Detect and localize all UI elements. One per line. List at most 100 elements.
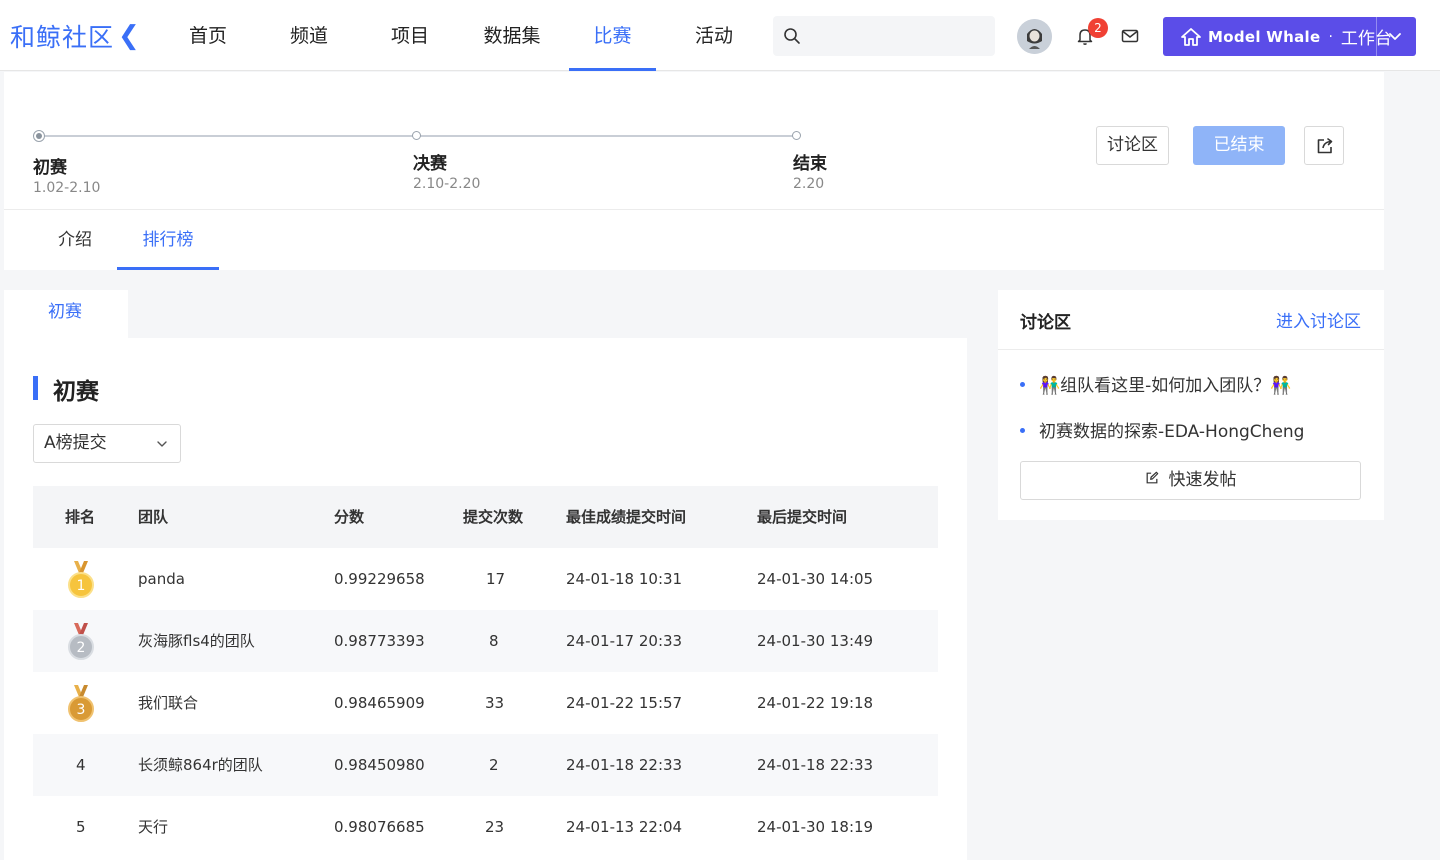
team-name[interactable]: 我们联合 [138,672,198,734]
score: 0.99229658 [334,570,425,588]
board-select-value: A榜提交 [44,433,107,453]
score: 0.98450980 [334,756,425,774]
last-time: 24-01-22 19:18 [757,694,874,712]
table-row[interactable]: 5 天行 0.98076685 23 24-01-13 22:04 24-01-… [33,796,938,858]
best-time: 24-01-18 22:33 [566,756,683,774]
stage-line [39,135,417,137]
table-row[interactable]: 4 长须鲸864r的团队 0.98450980 2 24-01-18 22:33… [33,734,938,796]
rank: 5 [76,818,86,836]
logo-mark-icon: ❮ [118,21,141,51]
table-row[interactable]: 2 灰海豚fls4的团队 0.98773393 8 24-01-17 20:33… [33,610,938,672]
last-time: 24-01-30 14:05 [757,570,874,588]
workbench-brand: Model Whale [1208,27,1321,46]
stage-dot [412,131,421,140]
stage-line [419,135,796,137]
rank: 4 [76,756,86,774]
stage-dot [792,131,801,140]
edit-icon [1146,471,1158,484]
table-row[interactable]: 1 panda 0.99229658 17 24-01-18 10:31 24-… [33,548,938,610]
competition-stage-card: 初赛 1.02-2.10 决赛 2.10-2.20 结束 2.20 讨论区 已结… [4,72,1384,270]
section-title: 初赛 [53,379,99,405]
workbench-button[interactable]: Model Whale · 工作台 [1163,17,1416,56]
team-name[interactable]: 灰海豚fls4的团队 [138,610,255,672]
svg-text:1: 1 [77,578,86,594]
col-best-time: 最佳成绩提交时间 [566,508,687,526]
stage-date-end: 2.20 [793,176,825,192]
tab-leaderboard[interactable]: 排行榜 [117,210,219,270]
search-icon [784,28,800,44]
stage-date-final: 2.10-2.20 [413,176,481,192]
tab-round-prelim[interactable]: 初赛 [4,290,128,338]
nav-home[interactable]: 首页 [187,0,229,71]
bronze-medal-icon: 3 [68,685,94,722]
team-name[interactable]: 天行 [138,796,168,858]
leaderboard-table: 排名 团队 分数 提交次数 最佳成绩提交时间 最后提交时间 1 panda 0.… [33,486,938,858]
board-select[interactable]: A榜提交 [33,424,181,463]
nav-project[interactable]: 项目 [389,0,431,71]
ended-button[interactable]: 已结束 [1193,126,1285,165]
bullet [1020,427,1025,433]
chevron-down-icon[interactable] [1387,28,1403,44]
submit-count: 33 [485,694,505,712]
share-button[interactable] [1304,126,1344,165]
score: 0.98465909 [334,694,425,712]
discussion-panel: 讨论区 进入讨论区 👫组队看这里-如何加入团队？👫 初赛数据的探索-EDA-Ho… [998,290,1384,520]
discussion-item-title: 👫组队看这里-如何加入团队？👫 [1039,376,1292,396]
workbench-divider [1376,17,1377,56]
col-team: 团队 [138,508,169,526]
workbench-dot: · [1328,28,1333,45]
col-submits: 提交次数 [463,508,524,526]
discussion-item-title: 初赛数据的探索-EDA-HongCheng [1039,422,1305,442]
score: 0.98773393 [334,632,425,650]
nav-dataset[interactable]: 数据集 [481,0,543,71]
table-header: 排名 团队 分数 提交次数 最佳成绩提交时间 最后提交时间 [33,486,938,548]
notification-badge: 2 [1088,18,1108,38]
mail-icon[interactable] [1121,28,1139,44]
user-avatar[interactable] [1017,19,1052,54]
tab-intro[interactable]: 介绍 [53,210,97,270]
share-icon [1317,138,1333,154]
site-logo[interactable]: 和鲸社区 ❮ [10,18,141,54]
svg-text:3: 3 [77,702,86,718]
submit-count: 8 [489,632,499,650]
last-time: 24-01-30 13:49 [757,632,874,650]
divider [998,349,1384,350]
nav-competition[interactable]: 比赛 [569,0,656,71]
quick-post-label: 快速发帖 [1168,470,1237,490]
enter-discussion-link[interactable]: 进入讨论区 [1276,307,1361,332]
top-navbar: 和鲸社区 ❮ 首页 频道 项目 数据集 比赛 活动 2 Model Whale [0,0,1440,71]
stage-name-end: 结束 [793,154,827,174]
col-last-time: 最后提交时间 [757,508,848,526]
col-score: 分数 [334,508,365,526]
best-time: 24-01-22 15:57 [566,694,683,712]
nav-channel[interactable]: 频道 [288,0,330,71]
last-time: 24-01-18 22:33 [757,756,874,774]
svg-text:2: 2 [77,640,86,656]
workbench-label: 工作台 [1340,29,1392,49]
discussion-title: 讨论区 [1020,313,1071,333]
logo-text: 和鲸社区 [10,23,115,52]
submit-count: 17 [486,570,506,588]
stage-date-prelim: 1.02-2.10 [33,180,101,196]
chevron-down-icon [157,441,167,447]
discussion-item[interactable]: 初赛数据的探索-EDA-HongCheng [1020,417,1304,442]
table-row[interactable]: 3 我们联合 0.98465909 33 24-01-22 15:57 24-0… [33,672,938,734]
best-time: 24-01-17 20:33 [566,632,683,650]
nav-activity[interactable]: 活动 [693,0,735,71]
score: 0.98076685 [334,818,425,836]
col-rank: 排名 [65,508,96,526]
silver-medal-icon: 2 [68,623,94,660]
stage-name-final: 决赛 [413,154,447,174]
quick-post-button[interactable]: 快速发帖 [1020,461,1361,500]
team-name[interactable]: 长须鲸864r的团队 [138,734,263,796]
search-input[interactable] [773,16,995,56]
discussion-button[interactable]: 讨论区 [1096,126,1169,165]
modelwhale-logo-icon [1181,27,1201,46]
leaderboard-panel: 初赛 A榜提交 排名 团队 分数 提交次数 最佳成绩提交时间 最后提交时间 1 … [4,338,967,860]
discussion-item[interactable]: 👫组队看这里-如何加入团队？👫 [1020,371,1291,396]
gold-medal-icon: 1 [68,561,94,598]
team-name[interactable]: panda [138,548,185,610]
stage-dot-current [33,130,45,142]
submit-count: 2 [489,756,499,774]
bullet [1020,381,1025,387]
